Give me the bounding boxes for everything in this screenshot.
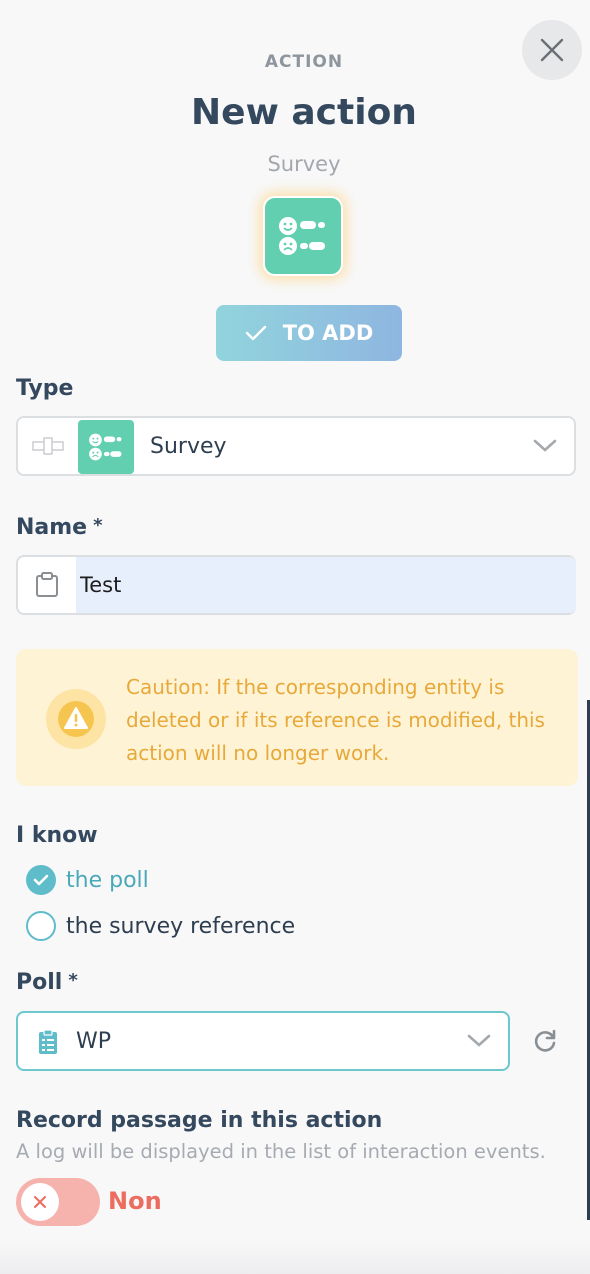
warning-icon-wrap [46, 689, 106, 749]
drawer-eyebrow: ACTION [264, 52, 344, 72]
action-type-badge [263, 196, 343, 276]
record-label: Record passage in this action [16, 1108, 383, 1133]
bottom-fade [0, 1240, 590, 1274]
page-title: New action [191, 92, 417, 133]
radio-checked-icon [26, 865, 56, 895]
refresh-button[interactable] [532, 1028, 558, 1058]
radio-the-poll[interactable]: the poll [26, 865, 149, 895]
poll-select[interactable]: WP [16, 1011, 510, 1071]
action-drawer: ACTION New action Survey TO ADD Type Sur… [0, 0, 590, 1274]
survey-icon [279, 217, 325, 255]
survey-icon [89, 433, 122, 461]
radio-label: the poll [66, 867, 149, 893]
check-icon [33, 874, 49, 886]
required-mark: * [68, 970, 78, 991]
i-know-label: I know [16, 823, 98, 848]
toggle-state-label: Non [108, 1187, 162, 1215]
radio-unchecked-icon [26, 911, 56, 941]
name-input[interactable] [76, 557, 576, 613]
radio-label: the survey reference [66, 913, 296, 939]
poll-select-value: WP [76, 1029, 112, 1054]
radio-survey-reference[interactable]: the survey reference [26, 911, 295, 941]
required-mark: * [93, 515, 103, 536]
poll-label-text: Poll [16, 970, 63, 995]
chevron-down-icon [467, 1034, 491, 1047]
name-label: Name * [16, 515, 103, 540]
checklist-icon [39, 1029, 57, 1054]
add-action-button[interactable]: TO ADD [216, 305, 402, 361]
chevron-down-icon [533, 439, 557, 452]
close-icon [34, 1196, 46, 1208]
name-icon-box [18, 557, 76, 613]
caution-text: Caution: If the corresponding entity is … [126, 675, 545, 765]
poll-label: Poll * [16, 970, 78, 995]
add-button-label: TO ADD [282, 321, 374, 345]
refresh-icon [534, 1029, 556, 1052]
name-label-text: Name [16, 515, 88, 540]
name-field [16, 555, 576, 615]
warning-icon [58, 701, 94, 737]
type-select[interactable]: Survey [16, 416, 576, 476]
toggle-knob [21, 1183, 59, 1221]
type-select-value: Survey [150, 434, 227, 459]
type-icon-box [78, 420, 134, 474]
caution-alert: Caution: If the corresponding entity is … [16, 649, 578, 786]
record-toggle[interactable] [16, 1178, 100, 1226]
check-icon [245, 325, 266, 341]
page-subtitle: Survey [267, 152, 341, 176]
record-help-text: A log will be displayed in the list of i… [16, 1140, 546, 1163]
drag-handle-icon [32, 437, 64, 455]
clipboard-icon [36, 572, 58, 597]
type-label: Type [16, 376, 74, 401]
